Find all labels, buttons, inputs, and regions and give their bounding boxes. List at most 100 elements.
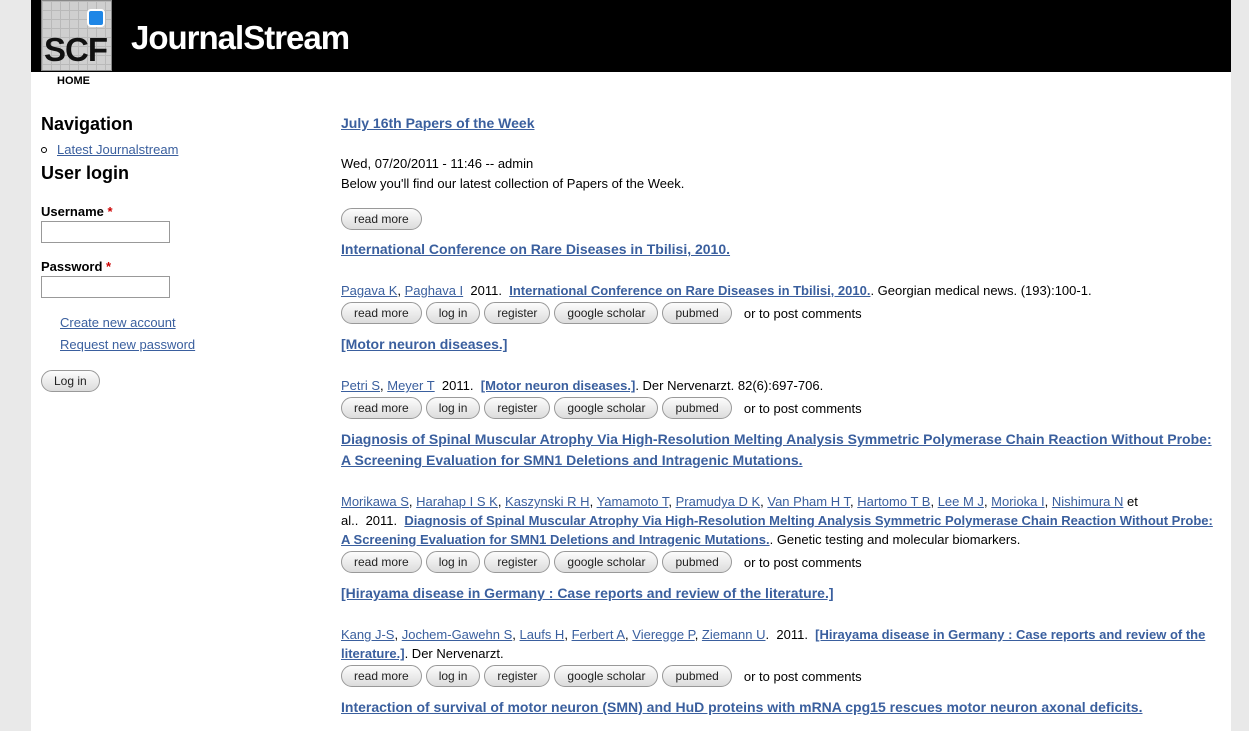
citation-year: 2011. bbox=[470, 283, 502, 298]
google-scholar-button[interactable]: google scholar bbox=[554, 665, 659, 687]
user-login-block: User login Username * Password * Create … bbox=[41, 163, 301, 392]
paper-title-link[interactable]: Diagnosis of Spinal Muscular Atrophy Via… bbox=[341, 431, 1212, 468]
logo-dot-icon bbox=[87, 9, 105, 27]
et-al-text: . bbox=[765, 627, 770, 642]
log-in-button[interactable]: log in bbox=[425, 302, 481, 324]
author-link[interactable]: Harahap I S K bbox=[416, 494, 498, 509]
site-header: SCF JournalStream bbox=[31, 0, 1231, 72]
read-more-button[interactable]: read more bbox=[341, 302, 422, 324]
author-link[interactable]: Kaszynski R H bbox=[505, 494, 590, 509]
register-button[interactable]: register bbox=[484, 397, 551, 419]
citation-source: . Genetic testing and molecular biomarke… bbox=[769, 532, 1021, 547]
author-link[interactable]: Hartomo T B bbox=[857, 494, 930, 509]
read-more-button[interactable]: read more bbox=[341, 208, 422, 230]
citation-year: 2011. bbox=[365, 513, 398, 528]
author-link[interactable]: Morioka I bbox=[991, 494, 1044, 509]
log-in-button[interactable]: log in bbox=[425, 665, 481, 687]
password-input[interactable] bbox=[41, 276, 170, 298]
nav-link-latest-journalstream[interactable]: Latest Journalstream bbox=[57, 142, 178, 157]
citation-source: . Der Nervenarzt. bbox=[404, 646, 504, 661]
author-link[interactable]: Van Pham H T bbox=[767, 494, 850, 509]
google-scholar-button[interactable]: google scholar bbox=[554, 397, 659, 419]
password-label-text: Password bbox=[41, 259, 103, 274]
username-label-text: Username bbox=[41, 204, 104, 219]
paper-links: read more log in register google scholar pub… bbox=[341, 396, 1223, 420]
nav-item-latest-journalstream: Latest Journalstream bbox=[41, 142, 301, 157]
read-more-button[interactable]: read more bbox=[341, 665, 422, 687]
create-account-link[interactable]: Create new account bbox=[60, 315, 176, 330]
author-link[interactable]: Paghava I bbox=[405, 283, 464, 298]
google-scholar-button[interactable]: google scholar bbox=[554, 551, 659, 573]
post-comments-text: or to post comments bbox=[743, 305, 862, 321]
paper-citation: Pagava K, Paghava I 2011. International … bbox=[341, 283, 1092, 298]
author-link[interactable]: Meyer T bbox=[387, 378, 434, 393]
post-read-more: read more bbox=[341, 208, 1223, 230]
request-password-link[interactable]: Request new password bbox=[60, 337, 195, 352]
main-content: July 16th Papers of the Week Wed, 07/20/… bbox=[341, 113, 1223, 731]
register-button[interactable]: register bbox=[484, 302, 551, 324]
post-comments-text: or to post comments bbox=[743, 668, 862, 684]
pubmed-button[interactable]: pubmed bbox=[662, 397, 732, 419]
navigation-list: Latest Journalstream bbox=[41, 142, 301, 157]
paper-title-link[interactable]: Interaction of survival of motor neuron … bbox=[341, 699, 1142, 715]
author-link[interactable]: Nishimura N bbox=[1052, 494, 1124, 509]
author-link[interactable]: Petri S bbox=[341, 378, 380, 393]
navigation-heading: Navigation bbox=[41, 114, 134, 134]
post-meta: Wed, 07/20/2011 - 11:46 -- admin bbox=[341, 156, 534, 171]
log-in-button[interactable]: log in bbox=[425, 551, 481, 573]
paper-title: Diagnosis of Spinal Muscular Atrophy Via… bbox=[341, 429, 1223, 471]
citation-year: 2011. bbox=[776, 627, 808, 642]
paper-title-link[interactable]: [Motor neuron diseases.] bbox=[341, 336, 507, 352]
author-link[interactable]: Jochem-Gawehn S bbox=[402, 627, 513, 642]
create-account-item: Create new account bbox=[60, 312, 301, 334]
user-login-heading: User login bbox=[41, 163, 130, 183]
post-papers-of-week: July 16th Papers of the Week Wed, 07/20/… bbox=[341, 113, 1223, 230]
paper-title: International Conference on Rare Disease… bbox=[341, 239, 1223, 260]
google-scholar-button[interactable]: google scholar bbox=[554, 302, 659, 324]
read-more-button[interactable]: read more bbox=[341, 551, 422, 573]
citation-year: 2011. bbox=[441, 378, 474, 393]
home-link[interactable]: HOME bbox=[57, 75, 90, 87]
paper-entry: Interaction of survival of motor neuron … bbox=[341, 697, 1223, 731]
paper-links: read more log in register google scholar pub… bbox=[341, 301, 1223, 325]
author-link[interactable]: Yamamoto T bbox=[597, 494, 669, 509]
pubmed-button[interactable]: pubmed bbox=[662, 551, 732, 573]
site-logo[interactable]: SCF bbox=[41, 0, 112, 71]
paper-list: International Conference on Rare Disease… bbox=[341, 239, 1223, 731]
post-title-link[interactable]: July 16th Papers of the Week bbox=[341, 115, 534, 131]
post-teaser: Below you'll find our latest collection … bbox=[341, 176, 685, 191]
author-link[interactable]: Kang J-S bbox=[341, 627, 394, 642]
citation-source: . Der Nervenarzt. 82(6):697-706. bbox=[635, 378, 824, 393]
username-input[interactable] bbox=[41, 221, 170, 243]
login-button[interactable]: Log in bbox=[41, 370, 100, 392]
paper-links: read more log in register google scholar pub… bbox=[341, 550, 1223, 574]
post-comments-text: or to post comments bbox=[743, 554, 862, 570]
author-link[interactable]: Ferbert A bbox=[572, 627, 625, 642]
author-link[interactable]: Vieregge P bbox=[632, 627, 694, 642]
site-name[interactable]: JournalStream bbox=[131, 19, 350, 57]
pubmed-button[interactable]: pubmed bbox=[662, 665, 732, 687]
author-link[interactable]: Pramudya D K bbox=[676, 494, 761, 509]
paper-citation: Petri S, Meyer T 2011. [Motor neuron dis… bbox=[341, 378, 824, 393]
paper-links: read more log in register google scholar pub… bbox=[341, 664, 1223, 688]
log-in-button[interactable]: log in bbox=[425, 397, 481, 419]
paper-title-link[interactable]: International Conference on Rare Disease… bbox=[341, 241, 730, 257]
citation-title-link[interactable]: [Motor neuron diseases.] bbox=[481, 378, 636, 393]
logo-text: SCF bbox=[44, 31, 108, 68]
password-label: Password * bbox=[41, 259, 301, 274]
register-button[interactable]: register bbox=[484, 665, 551, 687]
author-link[interactable]: Lee M J bbox=[938, 494, 984, 509]
read-more-button[interactable]: read more bbox=[341, 397, 422, 419]
username-label: Username * bbox=[41, 204, 301, 219]
citation-source: . Georgian medical news. (193):100-1. bbox=[870, 283, 1092, 298]
sidebar: Navigation Latest Journalstream User log… bbox=[41, 114, 301, 392]
author-link[interactable]: Ziemann U bbox=[702, 627, 766, 642]
author-link[interactable]: Morikawa S bbox=[341, 494, 409, 509]
pubmed-button[interactable]: pubmed bbox=[662, 302, 732, 324]
paper-title-link[interactable]: [Hirayama disease in Germany : Case repo… bbox=[341, 585, 834, 601]
citation-title-link[interactable]: International Conference on Rare Disease… bbox=[509, 283, 870, 298]
author-link[interactable]: Laufs H bbox=[520, 627, 565, 642]
required-marker: * bbox=[107, 204, 113, 219]
register-button[interactable]: register bbox=[484, 551, 551, 573]
author-link[interactable]: Pagava K bbox=[341, 283, 397, 298]
